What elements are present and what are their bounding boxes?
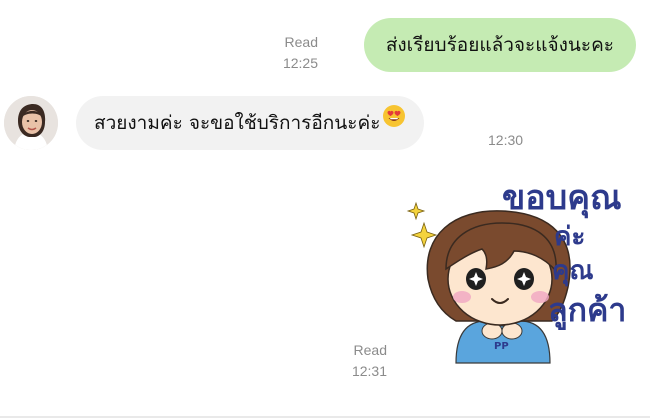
avatar-image: [4, 96, 58, 150]
avatar[interactable]: [4, 96, 58, 150]
message-text: สวยงามค่ะ จะขอใช้บริการอีกนะค่ะ: [94, 112, 381, 134]
sticker-caption-line: ขอบคุณ: [502, 178, 622, 219]
message-meta: Read 12:25: [248, 32, 318, 74]
message-time: 12:30: [488, 132, 524, 148]
read-status: Read: [353, 342, 387, 358]
message-time: 12:25: [282, 55, 318, 71]
message-meta: Read 12:31: [317, 340, 387, 382]
sticker-caption-line: คุณ: [552, 256, 594, 287]
shirt-label: PP: [494, 341, 509, 352]
read-status: Read: [284, 34, 318, 50]
sticker-caption-line: ค่ะ: [554, 222, 585, 252]
message-text: ส่งเรียบร้อยแล้วจะแจ้งนะคะ: [385, 34, 614, 56]
incoming-message-bubble[interactable]: สวยงามค่ะ จะขอใช้บริการอีกนะค่ะ: [76, 95, 425, 150]
chat-thread: Read 12:25 ส่งเรียบร้อยแล้วจะแจ้งนะคะ สว…: [0, 0, 650, 418]
sticker-caption-line: ลูกค้า: [548, 291, 626, 331]
outgoing-message-bubble[interactable]: ส่งเรียบร้อยแล้วจะแจ้งนะคะ: [363, 18, 636, 72]
sticker-message[interactable]: PP ขอบคุณ ค่ะ คุณ ลูกค้า: [402, 175, 642, 375]
heart-eyes-emoji-icon: [382, 95, 406, 149]
girl-sticker-icon: PP ขอบคุณ ค่ะ คุณ ลูกค้า: [406, 178, 626, 364]
message-time: 12:31: [351, 363, 387, 379]
